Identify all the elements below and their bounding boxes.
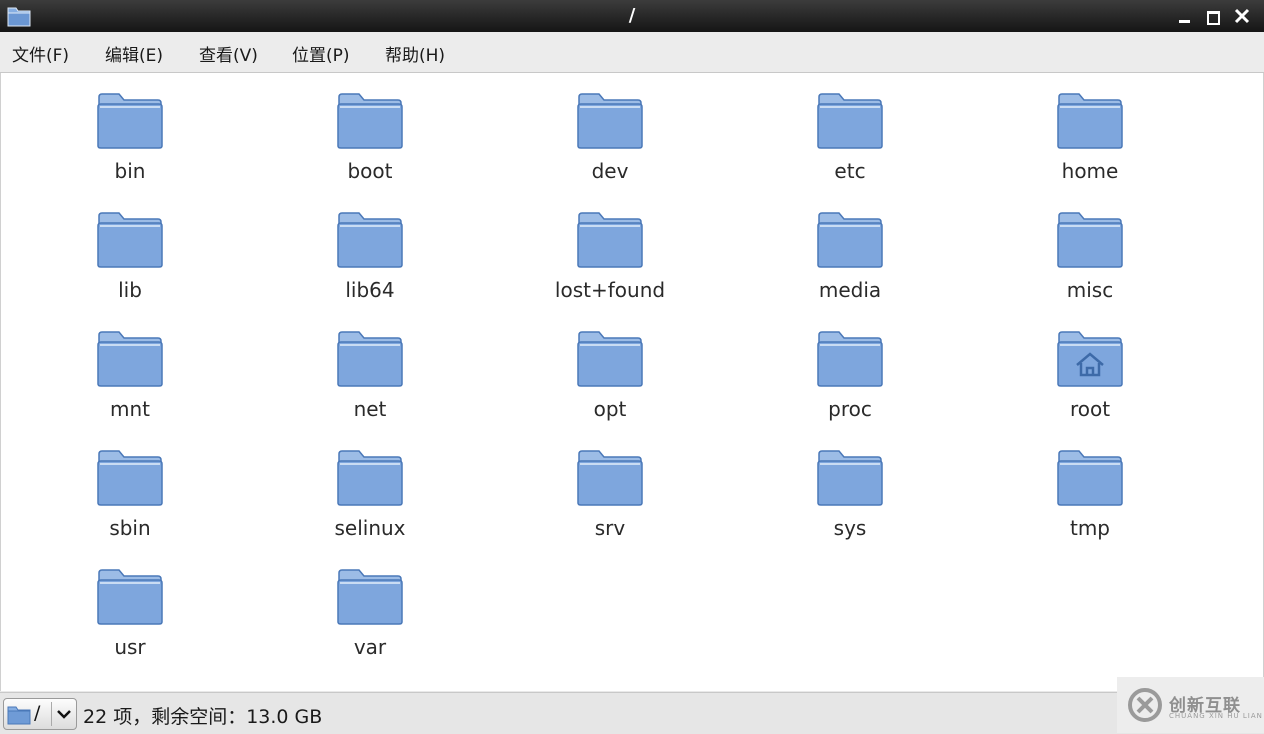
folder-icon bbox=[7, 706, 31, 725]
folder-item[interactable]: opt bbox=[510, 329, 710, 439]
folder-item[interactable]: lib64 bbox=[270, 210, 470, 320]
folder-label: boot bbox=[347, 159, 393, 183]
folder-item[interactable]: misc bbox=[990, 210, 1190, 320]
status-info: 22 项，剩余空间：13.0 GB bbox=[83, 706, 323, 728]
folder-item[interactable]: selinux bbox=[270, 448, 470, 558]
watermark-subtext: CHUANG XIN HU LIAN bbox=[1169, 712, 1263, 720]
folder-icon bbox=[337, 93, 403, 149]
folder-item[interactable]: mnt bbox=[30, 329, 230, 439]
folder-icon bbox=[337, 569, 403, 625]
menu-edit[interactable]: 编辑(E) bbox=[105, 41, 163, 66]
folder-label: misc bbox=[1066, 278, 1114, 302]
folder-icon bbox=[337, 331, 403, 387]
maximize-button[interactable] bbox=[1202, 5, 1224, 27]
divider bbox=[51, 702, 52, 726]
minimize-icon bbox=[1179, 20, 1190, 23]
folder-label: var bbox=[353, 635, 387, 659]
status-bar: / 22 项，剩余空间：13.0 GB bbox=[0, 692, 1264, 734]
folder-icon bbox=[577, 331, 643, 387]
folder-label: etc bbox=[834, 159, 866, 183]
folder-icon bbox=[97, 569, 163, 625]
folder-label: mnt bbox=[110, 397, 150, 421]
folder-icon bbox=[1057, 212, 1123, 268]
folder-icon bbox=[1057, 93, 1123, 149]
folder-label: home bbox=[1061, 159, 1119, 183]
folder-item[interactable]: proc bbox=[750, 329, 950, 439]
folder-label: opt bbox=[593, 397, 627, 421]
folder-item[interactable]: home bbox=[990, 91, 1190, 201]
menu-file[interactable]: 文件(F) bbox=[12, 41, 69, 66]
folder-item[interactable]: bin bbox=[30, 91, 230, 201]
folder-icon bbox=[97, 212, 163, 268]
folder-icon bbox=[577, 450, 643, 506]
folder-icon bbox=[577, 212, 643, 268]
folder-label: lib64 bbox=[345, 278, 395, 302]
folder-label: sys bbox=[833, 516, 867, 540]
folder-item[interactable]: usr bbox=[30, 567, 230, 677]
folder-icon bbox=[817, 93, 883, 149]
folder-icon bbox=[817, 212, 883, 268]
menu-view[interactable]: 查看(V) bbox=[199, 41, 258, 66]
folder-label: tmp bbox=[1069, 516, 1111, 540]
folder-item[interactable]: root bbox=[990, 329, 1190, 439]
window-title: / bbox=[628, 5, 636, 26]
watermark-logo: 创新互联 CHUANG XIN HU LIAN bbox=[1117, 677, 1264, 733]
folder-label: net bbox=[353, 397, 387, 421]
folder-icon bbox=[337, 450, 403, 506]
folder-item[interactable]: dev bbox=[510, 91, 710, 201]
chevron-down-icon bbox=[57, 710, 71, 719]
menu-help[interactable]: 帮助(H) bbox=[385, 41, 445, 66]
menu-places[interactable]: 位置(P) bbox=[292, 41, 350, 66]
folder-item[interactable]: sys bbox=[750, 448, 950, 558]
folder-icon bbox=[817, 450, 883, 506]
folder-label: media bbox=[818, 278, 882, 302]
folder-item[interactable]: lib bbox=[30, 210, 230, 320]
brand-logo-icon bbox=[1128, 688, 1162, 722]
folder-icon bbox=[97, 331, 163, 387]
folder-label: dev bbox=[591, 159, 629, 183]
title-bar[interactable]: / bbox=[0, 0, 1264, 32]
close-icon bbox=[1234, 8, 1250, 24]
path-dropdown[interactable]: / bbox=[3, 698, 77, 730]
folder-label: bin bbox=[114, 159, 146, 183]
path-value: / bbox=[34, 702, 41, 724]
menu-bar: 文件(F) 编辑(E) 查看(V) 位置(P) 帮助(H) bbox=[0, 32, 1264, 73]
folder-icon bbox=[577, 93, 643, 149]
folder-item[interactable]: media bbox=[750, 210, 950, 320]
folder-label: sbin bbox=[109, 516, 151, 540]
folder-item[interactable]: net bbox=[270, 329, 470, 439]
folder-item[interactable]: etc bbox=[750, 91, 950, 201]
folder-item[interactable]: lost+found bbox=[510, 210, 710, 320]
home-folder-icon bbox=[1057, 331, 1123, 387]
folder-icon bbox=[337, 212, 403, 268]
folder-item[interactable]: tmp bbox=[990, 448, 1190, 558]
folder-icon bbox=[97, 450, 163, 506]
folder-label: srv bbox=[594, 516, 626, 540]
folder-view[interactable]: bin boot dev etc home lib lib64 lost+found media… bbox=[0, 73, 1264, 691]
folder-label: lib bbox=[118, 278, 142, 302]
folder-label: root bbox=[1069, 397, 1111, 421]
minimize-button[interactable] bbox=[1174, 5, 1196, 27]
folder-icon bbox=[97, 93, 163, 149]
folder-label: selinux bbox=[334, 516, 406, 540]
folder-icon bbox=[1057, 450, 1123, 506]
folder-item[interactable]: boot bbox=[270, 91, 470, 201]
file-manager-window: / 文件(F) 编辑(E) 查看(V) 位置(P) 帮助(H) bin boot d… bbox=[0, 0, 1264, 734]
folder-label: lost+found bbox=[554, 278, 666, 302]
maximize-icon bbox=[1207, 11, 1220, 25]
close-button[interactable] bbox=[1231, 5, 1253, 27]
folder-item[interactable]: sbin bbox=[30, 448, 230, 558]
folder-label: usr bbox=[114, 635, 146, 659]
folder-icon bbox=[817, 331, 883, 387]
folder-item[interactable]: srv bbox=[510, 448, 710, 558]
folder-item[interactable]: var bbox=[270, 567, 470, 677]
folder-label: proc bbox=[828, 397, 872, 421]
